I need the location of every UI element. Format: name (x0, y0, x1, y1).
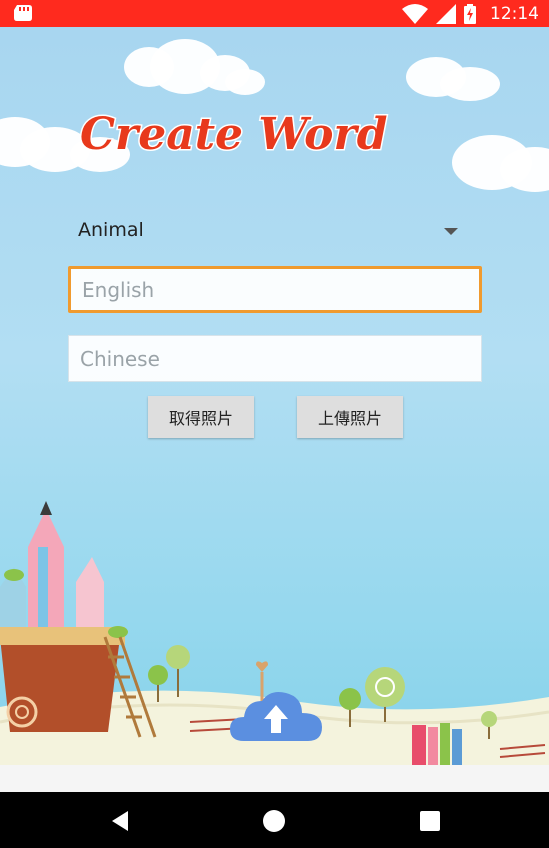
create-word-logo: Create Word (79, 108, 389, 162)
upload-photo-button[interactable]: 上傳照片 (297, 396, 403, 438)
signal-icon (436, 4, 456, 24)
status-bar: 12:14 (0, 0, 549, 27)
wifi-icon (402, 4, 428, 24)
home-icon[interactable] (262, 809, 286, 833)
dropdown-arrow-icon (444, 228, 458, 235)
chinese-field-container (68, 335, 482, 382)
navigation-bar (0, 792, 549, 848)
bottom-strip (0, 765, 549, 792)
logo-text: Create Word (80, 109, 387, 160)
cloud-upload-icon[interactable] (230, 689, 322, 741)
english-field-container (68, 266, 482, 313)
status-time: 12:14 (490, 4, 539, 24)
english-input[interactable] (71, 269, 479, 310)
sd-card-icon (14, 5, 32, 21)
back-icon[interactable] (108, 809, 132, 833)
get-photo-button[interactable]: 取得照片 (148, 396, 254, 438)
recents-icon[interactable] (418, 809, 442, 833)
battery-charging-icon (464, 4, 476, 24)
app-content: Create Word Animal 取得照片 上傳照片 (0, 27, 549, 765)
category-selected: Animal (78, 219, 144, 241)
category-dropdown[interactable]: Animal (68, 210, 468, 250)
chinese-input[interactable] (69, 336, 481, 381)
